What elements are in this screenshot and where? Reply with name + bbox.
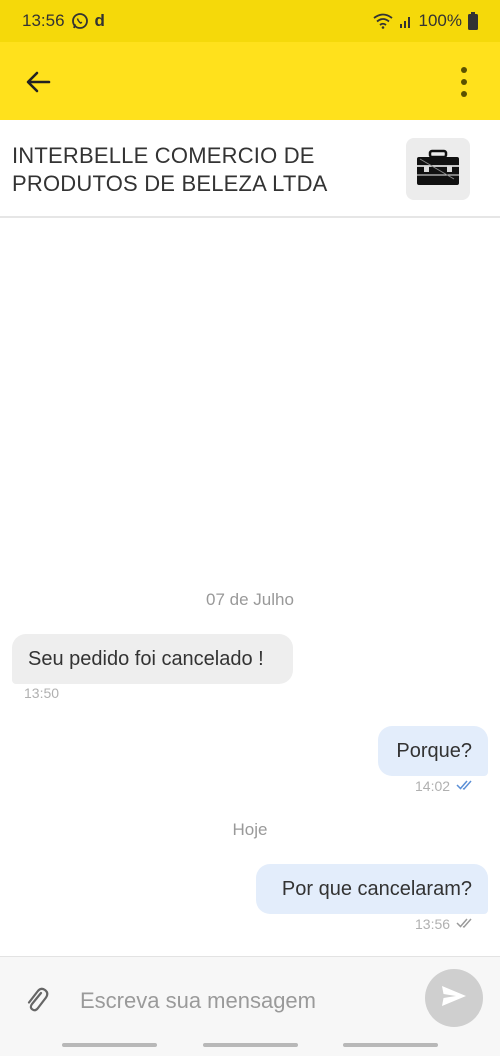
contact-header[interactable]: INTERBELLE COMERCIO DE PRODUTOS DE BELEZ… [0,120,500,218]
status-time: 13:56 [22,11,65,30]
date-separator: 07 de Julho [206,590,294,609]
system-nav-bar [0,1042,500,1056]
double-check-icon [456,916,474,932]
paperclip-icon[interactable] [20,981,54,1019]
app-bar [0,42,500,120]
message-composer [0,956,500,1042]
battery-icon [468,12,478,30]
message-text: Seu pedido foi cancelado ! [28,647,264,670]
wifi-icon [372,13,393,29]
back-arrow-icon[interactable] [18,62,58,102]
message-time: 13:56 [415,916,451,932]
message-text: Por que cancelaram? [281,877,472,900]
store-image[interactable] [406,138,470,200]
message-meta: 14:02 [415,778,474,794]
nav-back-button[interactable] [343,1043,438,1047]
double-check-icon [456,778,474,794]
message-meta: 13:50 [24,685,59,701]
more-vert-icon[interactable] [452,62,476,102]
contact-name: INTERBELLE COMERCIO DE PRODUTOS DE BELEZ… [12,143,328,196]
message-text: Porque? [396,739,472,762]
message-bubble-outgoing[interactable]: Porque? [378,726,488,776]
message-bubble-incoming[interactable]: Seu pedido foi cancelado ! [12,634,293,684]
send-icon [441,985,467,1012]
date-separator: Hoje [232,820,268,839]
message-meta: 13:56 [415,916,474,932]
message-time: 13:50 [24,685,60,701]
status-bar: 13:56 d 100% [0,0,500,42]
nav-home-button[interactable] [203,1043,298,1047]
nav-recent-button[interactable] [62,1043,157,1047]
notification-letter: d [94,11,105,30]
message-bubble-outgoing[interactable]: Por que cancelaram? [256,864,488,914]
message-input[interactable] [80,979,410,1023]
whatsapp-icon [71,12,89,30]
message-time: 14:02 [415,778,451,794]
battery-percent: 100% [418,11,462,30]
chat-area[interactable]: 07 de Julho Seu pedido foi cancelado ! 1… [0,220,500,956]
signal-icon [399,14,413,28]
send-button[interactable] [425,969,483,1027]
